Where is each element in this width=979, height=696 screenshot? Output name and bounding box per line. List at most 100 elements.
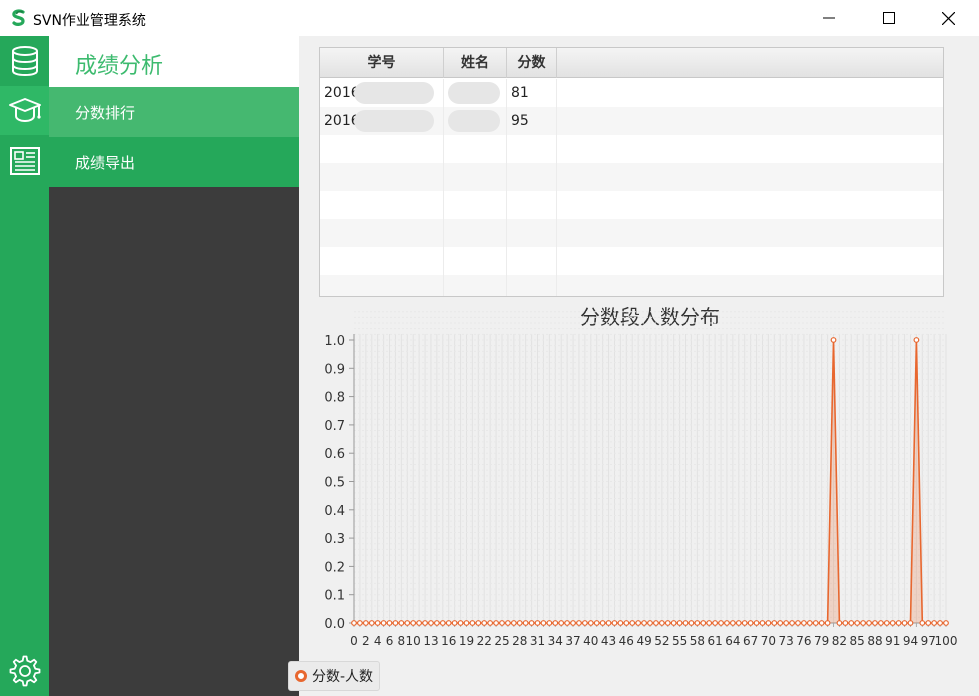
- chart-legend[interactable]: 分数-人数: [288, 661, 381, 691]
- settings-button[interactable]: [0, 646, 49, 695]
- data-point: [386, 620, 393, 626]
- nav-item-score-ranking[interactable]: 分数排行: [49, 87, 299, 137]
- data-point: [617, 620, 624, 626]
- data-point: [877, 620, 884, 626]
- data-point: [759, 620, 766, 626]
- title-bar: SVN作业管理系统: [0, 0, 979, 36]
- x-tick-label: 88: [867, 634, 882, 648]
- x-tick-label: 6: [386, 634, 394, 648]
- x-tick-label: 94: [903, 634, 918, 648]
- y-tick-label: 0.5: [324, 476, 345, 491]
- data-point: [937, 620, 943, 626]
- data-point: [469, 620, 476, 626]
- x-tick-label: 34: [548, 634, 563, 648]
- x-tick-label: 70: [761, 634, 776, 648]
- data-point: [362, 620, 369, 626]
- data-point: [605, 620, 612, 626]
- x-tick-label: 73: [779, 634, 794, 648]
- data-point: [510, 620, 517, 626]
- data-point: [907, 620, 914, 626]
- data-point: [404, 620, 411, 626]
- table-row-empty: [320, 219, 943, 247]
- data-point: [558, 620, 565, 626]
- y-tick-label: 0.2: [324, 560, 345, 575]
- x-tick-label: 0: [350, 634, 358, 648]
- data-point: [398, 620, 405, 626]
- maximize-button[interactable]: [866, 0, 912, 36]
- data-point: [416, 620, 423, 626]
- x-tick-label: 46: [619, 634, 634, 648]
- data-point: [741, 620, 748, 626]
- y-tick-label: 0.1: [324, 589, 345, 604]
- data-point: [818, 620, 825, 626]
- close-button[interactable]: [925, 0, 971, 36]
- x-tick-label: 49: [636, 634, 651, 648]
- x-tick-label: 25: [494, 634, 509, 648]
- data-point: [724, 620, 730, 626]
- data-point: [729, 620, 736, 626]
- x-tick-label: 13: [423, 634, 438, 648]
- data-point: [540, 620, 547, 626]
- data-point: [836, 620, 843, 626]
- data-point: [552, 620, 559, 626]
- column-header-name[interactable]: 姓名: [444, 48, 507, 78]
- data-point: [735, 620, 742, 626]
- nav-item-label: 成绩导出: [75, 154, 136, 172]
- data-point: [854, 620, 861, 626]
- data-point: [593, 620, 600, 626]
- data-point: [747, 620, 754, 626]
- data-point: [670, 620, 677, 626]
- data-point: [635, 620, 642, 626]
- data-point: [812, 620, 819, 626]
- column-header-id[interactable]: 学号: [320, 48, 444, 78]
- redaction-blur: [354, 110, 434, 132]
- table-row-empty: [320, 275, 943, 296]
- table-row-empty: [320, 247, 943, 275]
- table-row[interactable]: 2016 81: [320, 79, 943, 107]
- data-point: [439, 620, 446, 626]
- data-point: [806, 620, 813, 626]
- data-point: [581, 620, 588, 626]
- data-point: [463, 620, 470, 626]
- x-tick-label: 85: [850, 634, 865, 648]
- document-icon: [9, 146, 40, 175]
- data-point: [522, 620, 529, 626]
- data-point: [848, 620, 855, 626]
- data-point: [765, 620, 772, 626]
- data-point: [771, 620, 778, 626]
- data-point: [783, 620, 790, 626]
- table-row[interactable]: 2016 95: [320, 107, 943, 135]
- data-point: [564, 620, 571, 626]
- data-point: [866, 620, 872, 626]
- data-point: [913, 337, 920, 343]
- minimize-button[interactable]: [806, 0, 852, 36]
- column-header-score[interactable]: 分数: [507, 48, 557, 78]
- data-point: [475, 620, 482, 626]
- nav-header-title: 成绩分析: [75, 54, 164, 79]
- data-point: [883, 620, 890, 626]
- x-tick-label: 58: [690, 634, 705, 648]
- x-tick-label: 55: [672, 634, 687, 648]
- data-point: [451, 620, 458, 626]
- data-point: [611, 620, 618, 626]
- x-tick-label: 10: [406, 634, 421, 648]
- data-point: [901, 620, 908, 626]
- nav-item-grade-export[interactable]: 成绩导出: [49, 137, 299, 187]
- iconbar-database-button[interactable]: [0, 36, 49, 85]
- x-tick-label: 61: [707, 634, 722, 648]
- iconbar-document-button[interactable]: [0, 136, 49, 185]
- data-point: [688, 620, 695, 626]
- data-point: [505, 620, 511, 626]
- y-tick-label: 0.0: [324, 617, 345, 632]
- iconbar-grades-button[interactable]: [0, 86, 49, 135]
- window-title: SVN作业管理系统: [33, 13, 146, 29]
- data-point: [351, 620, 357, 626]
- nav-panel: 成绩分析 分数排行 成绩导出: [49, 36, 299, 696]
- x-tick-label: 82: [832, 634, 847, 648]
- y-tick-label: 0.4: [324, 504, 345, 519]
- redaction-blur: [448, 82, 500, 104]
- data-point: [445, 620, 452, 626]
- data-point: [357, 620, 363, 626]
- data-point: [534, 620, 541, 626]
- main-content: 学号 姓名 分数 2016 81 2016 95 分数段人数分布 0.0 0.1…: [299, 36, 979, 696]
